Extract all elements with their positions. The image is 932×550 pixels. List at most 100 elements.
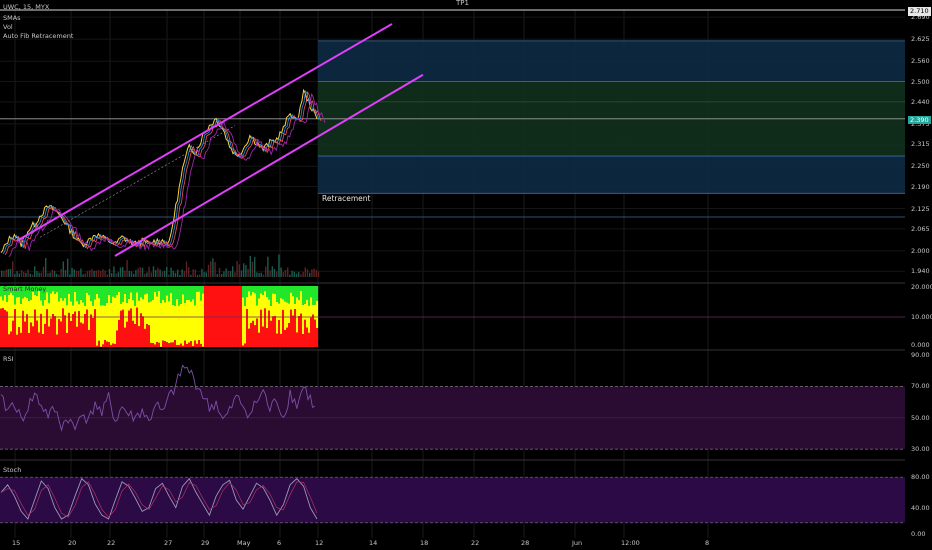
time-axis[interactable]: 15 20 22 27 29 May 6 12 14 18 22 28 Jun 12:00 8 <box>0 538 905 550</box>
smart-red-col <box>270 320 273 347</box>
fib-zone-2 <box>318 156 905 194</box>
smart-red-col <box>144 328 147 347</box>
smart-red-col <box>226 286 229 347</box>
smart-red-col <box>182 345 185 347</box>
volume-bar <box>80 268 82 277</box>
volume-bar <box>273 268 276 277</box>
smart-green-col <box>284 286 287 302</box>
smart-yellow-col <box>56 292 59 335</box>
smart-red-col <box>164 341 167 347</box>
volume-bar <box>223 271 225 277</box>
price-series <box>0 88 326 257</box>
smart-green-col <box>118 286 121 292</box>
study-sma[interactable]: SMAs <box>3 15 21 22</box>
smart-green-col <box>148 286 151 303</box>
smart-red-col <box>222 286 225 347</box>
smart-red-col <box>170 342 173 347</box>
volume-bar <box>289 274 291 277</box>
smart-green-col <box>156 286 159 297</box>
smart-yellow-col <box>306 299 309 328</box>
price-line <box>0 88 318 253</box>
smart-yellow-col <box>310 297 313 318</box>
smart-green-col <box>128 286 131 299</box>
smart-red-col <box>138 326 141 347</box>
price-tick-label: 2.190 <box>911 182 930 191</box>
volume-bar <box>199 274 201 277</box>
smart-yellow-col <box>94 299 97 310</box>
smart-red-col <box>258 332 261 347</box>
smart-yellow-col <box>258 298 261 333</box>
smart-yellow-col <box>314 304 317 320</box>
smart-red-col <box>80 322 83 347</box>
smart-green-col <box>274 286 277 294</box>
volume-bar <box>300 274 302 277</box>
symbol-label[interactable]: UWC, 15, MYX <box>3 4 49 11</box>
smart-yellow-col <box>86 292 89 310</box>
smart-yellow-col <box>286 302 289 328</box>
study-fib[interactable]: Auto Fib Retracement <box>3 33 73 40</box>
volume-bar <box>14 273 16 277</box>
smart-red-col <box>176 345 179 347</box>
smart-red-col <box>282 309 285 347</box>
smart-green-col <box>296 286 299 298</box>
smart-red-col <box>76 326 79 347</box>
smart-red-col <box>196 343 199 347</box>
smart-green-col <box>70 286 73 302</box>
smart-green-col <box>316 286 319 301</box>
volume-bar <box>291 270 293 277</box>
smart-green-col <box>132 286 135 301</box>
volume-bar <box>84 273 86 277</box>
time-tick-label: 12:00 <box>621 539 640 547</box>
smart-tick-label: 10.000 <box>911 313 932 321</box>
volume-bar <box>157 267 159 277</box>
smart-green-col <box>264 286 267 292</box>
time-tick-label: 27 <box>164 539 173 547</box>
smart-red-col <box>46 309 49 347</box>
price-top-badge: 2.710 <box>908 7 931 16</box>
smart-green-col <box>134 286 137 306</box>
price-axis[interactable]: 2.6902.6252.5602.5002.4402.3752.3152.250… <box>905 0 932 540</box>
rsi-panel <box>0 364 905 450</box>
volume-bar <box>287 267 289 277</box>
smart-yellow-col <box>274 293 277 316</box>
smart-yellow-col <box>26 298 29 315</box>
smart-red-col <box>310 317 313 347</box>
smart-red-col <box>304 319 307 347</box>
smart-green-col <box>266 286 269 297</box>
smart-red-col <box>252 320 255 347</box>
volume-bar <box>38 272 40 277</box>
smart-red-col <box>24 321 27 347</box>
trading-chart[interactable] <box>0 0 932 550</box>
smart-green-col <box>304 286 307 304</box>
smart-red-col <box>266 328 269 347</box>
smart-green-col <box>168 286 171 302</box>
volume-bar <box>192 269 194 277</box>
smart-yellow-col <box>136 292 139 308</box>
volume-bar <box>243 263 245 277</box>
smart-green-col <box>196 286 199 292</box>
volume-bar <box>161 271 163 277</box>
smart-yellow-col <box>132 300 135 321</box>
volume-bar <box>280 267 282 277</box>
volume-bar <box>71 267 73 277</box>
smart-yellow-col <box>44 299 47 324</box>
smart-yellow-col <box>172 304 175 343</box>
smart-green-col <box>66 286 69 306</box>
smart-green-col <box>54 286 57 294</box>
volume-bar <box>238 264 240 277</box>
smart-yellow-col <box>196 291 199 344</box>
smart-green-col <box>242 286 245 298</box>
smart-red-col <box>72 314 75 347</box>
smart-green-col <box>202 286 205 294</box>
smart-green-col <box>198 286 201 292</box>
smart-green-col <box>246 286 249 298</box>
smart-yellow-col <box>120 303 123 311</box>
volume-bar <box>60 269 62 277</box>
smart-green-col <box>146 286 149 294</box>
study-vol[interactable]: Vol <box>3 24 13 31</box>
smart-green-col <box>252 286 255 292</box>
smart-red-col <box>142 316 145 347</box>
smart-yellow-col <box>150 301 153 343</box>
volume-bar <box>86 271 89 277</box>
smart-red-col <box>22 310 25 347</box>
